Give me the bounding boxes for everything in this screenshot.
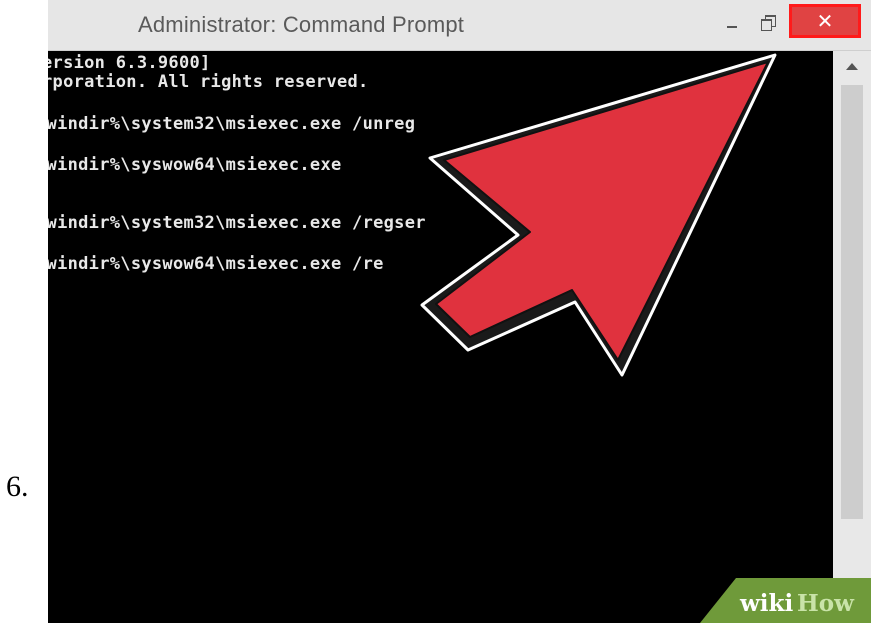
watermark-how: How	[797, 590, 855, 617]
console-line: rporation. All rights reserved.	[48, 72, 369, 92]
window-title: Administrator: Command Prompt	[138, 12, 465, 37]
console-line: %windir%\system32\msiexec.exe /regser	[48, 213, 426, 233]
scroll-up-button[interactable]	[833, 51, 871, 81]
wikihow-logo: wiki How	[700, 578, 871, 623]
scroll-thumb[interactable]	[841, 85, 863, 519]
console-line: ersion 6.3.9600]	[48, 53, 211, 73]
console-line: %windir%\syswow64\msiexec.exe	[48, 155, 342, 175]
wikihow-watermark: wiki How	[700, 578, 871, 623]
minimize-button[interactable]	[716, 4, 748, 40]
restore-icon	[761, 15, 776, 31]
command-prompt-window: Administrator: Command Prompt ✕ ersion 6…	[48, 0, 871, 623]
title-bar[interactable]: Administrator: Command Prompt ✕	[48, 0, 871, 51]
console-line: %windir%\system32\msiexec.exe /unreg	[48, 114, 416, 134]
vertical-scrollbar[interactable]	[833, 51, 871, 623]
step-number: 6.	[6, 470, 29, 503]
restore-button[interactable]	[752, 4, 784, 40]
watermark-wiki: wiki	[739, 590, 793, 617]
close-icon: ✕	[816, 9, 834, 33]
console-output[interactable]: ersion 6.3.9600] rporation. All rights r…	[48, 51, 833, 623]
minimize-icon	[727, 26, 737, 28]
console-line: %windir%\syswow64\msiexec.exe /re	[48, 254, 384, 274]
close-button[interactable]: ✕	[789, 4, 861, 38]
chevron-up-icon	[846, 62, 858, 70]
tutorial-step: 6. Administrator: Command Prompt ✕ ersio…	[0, 0, 871, 623]
